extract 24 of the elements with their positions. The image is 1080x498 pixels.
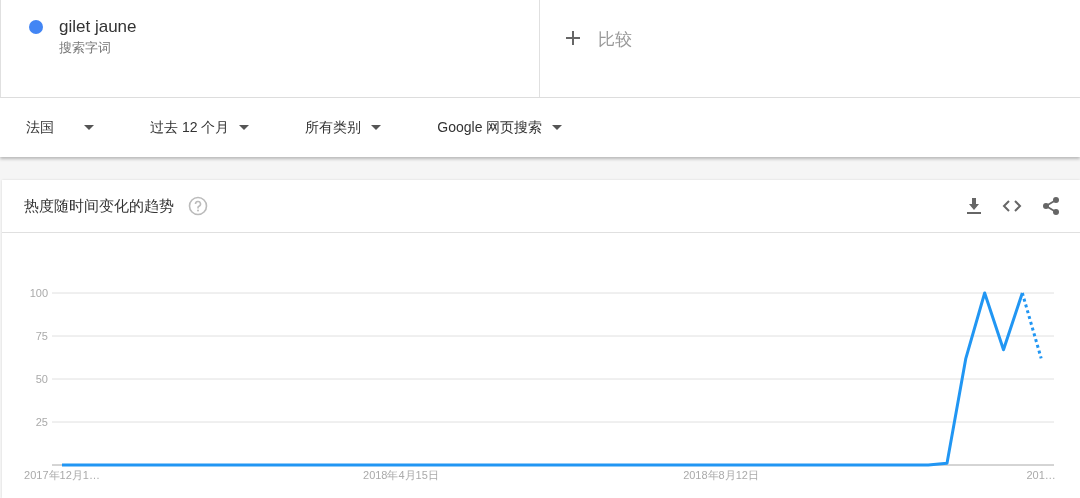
x-axis-label: 2017年12月1… — [24, 469, 100, 481]
x-axis-label: 201… — [1026, 469, 1056, 481]
x-axis-label: 2018年4月15日 — [363, 469, 439, 481]
filter-dropdown[interactable]: 所有类别 — [305, 118, 382, 137]
term-subtitle: 搜索字词 — [59, 39, 112, 57]
download-icon[interactable] — [966, 197, 982, 215]
caret-icon — [239, 125, 250, 130]
x-axis-label: 2018年8月12日 — [683, 469, 759, 481]
term-name: gilet jaune — [59, 17, 137, 37]
caret-icon — [84, 125, 94, 130]
y-axis-label: 25 — [35, 416, 48, 428]
code-icon[interactable] — [1002, 199, 1022, 213]
y-axis-label: 75 — [35, 330, 48, 342]
filter-dropdown[interactable]: Google 网页搜索 — [437, 118, 563, 137]
y-axis-label: 50 — [35, 373, 48, 385]
caret-icon — [552, 125, 563, 130]
partial-data-line — [1020, 292, 1043, 359]
caret-icon — [371, 125, 382, 130]
y-axis-label: 100 — [29, 287, 48, 299]
share-icon[interactable] — [1042, 196, 1060, 216]
filter-dropdown[interactable]: 法国 — [26, 118, 94, 137]
plus-icon — [566, 30, 580, 45]
chart-title: 热度随时间变化的趋势 — [24, 196, 174, 216]
filter-dropdown[interactable]: 过去 12 个月 — [150, 118, 250, 137]
